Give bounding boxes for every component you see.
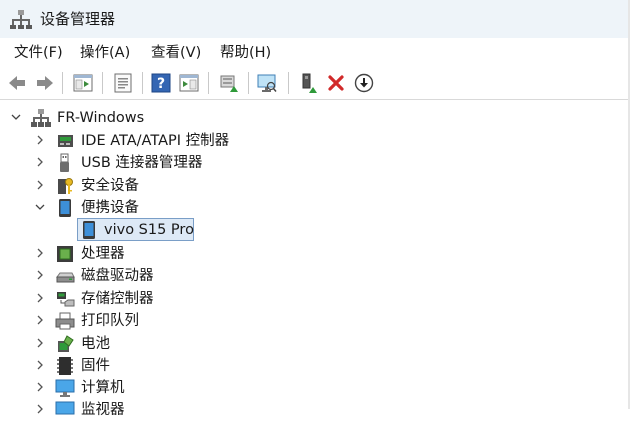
tree-item-label: 监视器 [81, 402, 125, 418]
tree-item-label: 安全设备 [81, 178, 139, 194]
download-driver-icon[interactable] [353, 72, 375, 94]
processor-icon [57, 246, 73, 262]
tree-item-storage-controllers[interactable]: 存储控制器 [0, 288, 600, 310]
scan-hardware-icon[interactable] [256, 72, 278, 94]
tree-item-processor[interactable]: 处理器 [0, 243, 600, 265]
tree-item-usb[interactable]: USB 连接器管理器 [0, 152, 600, 174]
tree-item-label: IDE ATA/ATAPI 控制器 [81, 133, 230, 149]
tree-item-computer[interactable]: 计算机 [0, 377, 600, 399]
tree-item-label: 计算机 [81, 380, 125, 396]
menu-view[interactable]: 查看(V) [151, 43, 201, 63]
chevron-right-icon[interactable] [33, 358, 47, 372]
toolbar-separator [142, 72, 143, 94]
phone-icon [83, 221, 95, 239]
toolbar-separator [102, 72, 103, 94]
update-driver-icon[interactable] [218, 72, 240, 94]
tree-root-label: FR-Windows [57, 110, 145, 126]
chevron-right-icon[interactable] [33, 336, 47, 350]
chevron-right-icon[interactable] [33, 313, 47, 327]
tree-item-label: vivo S15 Pro [104, 222, 194, 238]
disk-drive-icon [56, 272, 75, 283]
chevron-right-icon[interactable] [33, 133, 47, 147]
window-title: 设备管理器 [40, 10, 116, 28]
menu-bar: 文件(F) 操作(A) 查看(V) 帮助(H) [0, 38, 630, 66]
security-device-icon [58, 178, 73, 194]
monitor-icon [55, 401, 75, 415]
tree-item-label: 处理器 [81, 246, 125, 262]
chevron-down-icon[interactable] [9, 110, 23, 124]
uninstall-device-icon[interactable] [325, 72, 347, 94]
toolbar: ? [0, 66, 630, 100]
computer-icon [55, 379, 75, 397]
toolbar-separator [62, 72, 63, 94]
menu-file[interactable]: 文件(F) [14, 43, 63, 63]
show-hide-console-tree-icon[interactable] [72, 72, 94, 94]
tree-item-monitors[interactable]: 监视器 [0, 399, 600, 421]
tree-item-security[interactable]: 安全设备 [0, 175, 600, 197]
chevron-right-icon[interactable] [33, 291, 47, 305]
computer-tree-root-icon [31, 109, 51, 127]
usb-icon [60, 153, 69, 172]
chevron-down-icon[interactable] [33, 200, 47, 214]
device-manager-app-icon [10, 10, 32, 29]
tree-item-label: 存储控制器 [81, 291, 154, 307]
svg-text:?: ? [157, 76, 165, 92]
tree-item-label: USB 连接器管理器 [81, 155, 203, 171]
firmware-icon [57, 357, 73, 375]
menu-help[interactable]: 帮助(H) [220, 43, 271, 63]
storage-controller-icon [57, 292, 75, 307]
chevron-right-icon[interactable] [33, 246, 47, 260]
tree-item-label: 打印队列 [81, 313, 139, 329]
help-icon[interactable]: ? [150, 72, 172, 94]
toolbar-separator [288, 72, 289, 94]
enable-device-icon[interactable] [297, 72, 319, 94]
battery-icon [58, 335, 74, 352]
toolbar-separator [248, 72, 249, 94]
tree-item-ide[interactable]: IDE ATA/ATAPI 控制器 [0, 130, 600, 152]
chevron-right-icon[interactable] [33, 402, 47, 416]
tree-item-label: 固件 [81, 358, 110, 374]
tree-root-row[interactable]: FR-Windows [0, 107, 600, 129]
chevron-right-icon[interactable] [33, 178, 47, 192]
chevron-right-icon[interactable] [33, 380, 47, 394]
tree-item-batteries[interactable]: 电池 [0, 333, 600, 355]
ide-controller-icon [58, 135, 73, 147]
back-arrow-icon[interactable] [6, 72, 28, 94]
action-pane-icon[interactable] [178, 72, 200, 94]
tree-item-label: 便携设备 [81, 200, 139, 216]
chevron-right-icon[interactable] [33, 268, 47, 282]
tree-item-label: 磁盘驱动器 [81, 268, 154, 284]
tree-item-label: 电池 [81, 336, 110, 352]
tree-item-vivo-s15-pro[interactable]: vivo S15 Pro [0, 219, 600, 241]
tree-item-print-queues[interactable]: 打印队列 [0, 310, 600, 332]
printer-icon [55, 312, 75, 330]
tree-item-firmware[interactable]: 固件 [0, 355, 600, 377]
toolbar-separator [208, 72, 209, 94]
portable-device-icon [59, 199, 71, 217]
tree-item-portable-devices[interactable]: 便携设备 [0, 197, 600, 219]
properties-icon[interactable] [112, 72, 134, 94]
menu-action[interactable]: 操作(A) [80, 43, 130, 63]
tree-item-disk-drives[interactable]: 磁盘驱动器 [0, 265, 600, 287]
title-bar: 设备管理器 [0, 0, 630, 38]
chevron-right-icon[interactable] [33, 155, 47, 169]
forward-arrow-icon[interactable] [34, 72, 56, 94]
